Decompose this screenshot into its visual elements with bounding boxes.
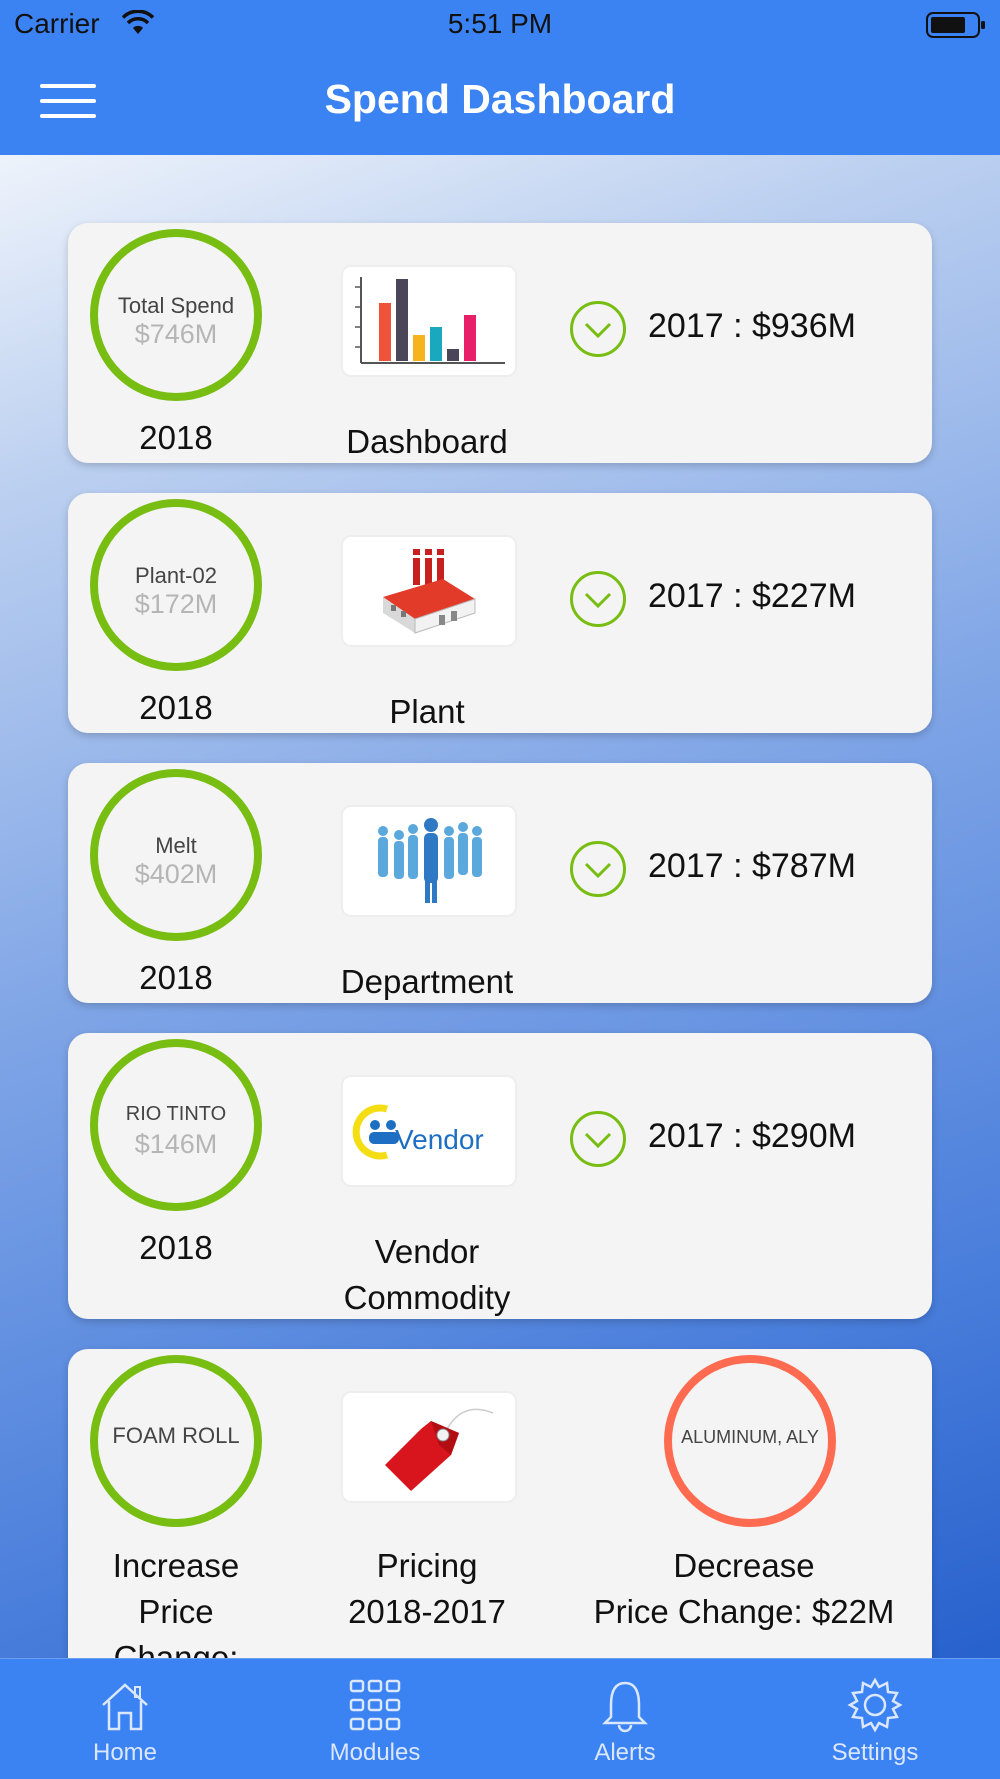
previous-year-value: 2017 : $227M: [648, 577, 856, 615]
bar-chart-icon: [355, 277, 505, 364]
department-card[interactable]: Melt $402M 2018 Department 2017: $787M: [68, 763, 932, 1003]
pricing-thumbnail[interactable]: [341, 1391, 517, 1503]
tab-home[interactable]: Home: [0, 1659, 250, 1779]
spend-ring: Plant-02 $172M: [90, 499, 262, 671]
pricing-label-line1: Pricing: [376, 1547, 478, 1584]
factory-icon: [383, 549, 476, 634]
ring-label: ALUMINUM, ALY: [681, 1427, 819, 1447]
dashboard-thumbnail[interactable]: [341, 265, 517, 377]
increase-label-line2: Price: [138, 1593, 214, 1630]
previous-year-value: 2017 : $936M: [648, 307, 856, 345]
vendor-card[interactable]: RIO TINTO $146M 2018 Vendor Vendor Commo…: [68, 1033, 932, 1319]
previous-year-value: 2017 : $787M: [648, 847, 856, 885]
ring-label: FOAM ROLL: [112, 1423, 240, 1448]
increase-ring: FOAM ROLL: [90, 1355, 262, 1527]
tab-label: Settings: [831, 1739, 919, 1766]
ring-year: 2018: [139, 1229, 213, 1266]
gear-icon: [847, 1677, 903, 1733]
increase-label-line3: Change:: [113, 1639, 239, 1658]
ring-label: Melt: [155, 833, 197, 858]
chevron-down-circle-icon[interactable]: [570, 571, 626, 627]
tab-modules[interactable]: Modules: [250, 1659, 500, 1779]
ring-value: $172M: [134, 589, 218, 619]
thumb-label: Vendor Commodity: [298, 1229, 556, 1319]
thumb-label: Department: [340, 963, 514, 1000]
spend-ring: Melt $402M: [90, 769, 262, 941]
increase-label-line1: Increase: [112, 1547, 240, 1584]
thumb-label: Dashboard: [346, 423, 508, 460]
chevron-down-circle-icon[interactable]: [570, 841, 626, 897]
ring-year: 2018: [139, 689, 213, 726]
previous-year-value: 2017 : $290M: [648, 1117, 856, 1155]
department-thumbnail[interactable]: [341, 805, 517, 917]
people-icon: [378, 818, 482, 903]
decrease-ring: ALUMINUM, ALY: [664, 1355, 836, 1527]
ring-value: $746M: [134, 319, 218, 349]
status-time: 5:51 PM: [447, 8, 553, 39]
price-tag-icon: [385, 1408, 494, 1491]
home-icon: [102, 1683, 148, 1731]
svg-text:Vendor: Vendor: [395, 1124, 484, 1155]
pricing-label: Pricing 2018-2017: [298, 1543, 556, 1635]
ring-label: RIO TINTO: [125, 1103, 227, 1125]
ring-label: Total Spend: [117, 293, 235, 318]
ring-value: $402M: [134, 859, 218, 889]
thumb-label: Plant: [389, 693, 465, 730]
grid-icon: [349, 1679, 401, 1731]
vendor-logo-icon: Vendor: [352, 1104, 484, 1160]
ring-year: 2018: [139, 419, 213, 456]
pricing-card[interactable]: FOAM ROLL Increase Price Change: Pricing…: [68, 1349, 932, 1658]
top-bar: Carrier 5:51 PM Spend Dashboard: [0, 0, 1000, 156]
increase-label: Increase Price Change:: [90, 1543, 262, 1658]
tab-settings[interactable]: Settings: [750, 1659, 1000, 1779]
spend-ring: Total Spend $746M: [90, 229, 262, 401]
tab-alerts[interactable]: Alerts: [500, 1659, 750, 1779]
tab-label: Modules: [329, 1739, 421, 1766]
tab-bar: Home Modules Alerts Settings: [0, 1658, 1000, 1779]
chevron-down-circle-icon[interactable]: [570, 1111, 626, 1167]
thumb-label-line2: Commodity: [343, 1279, 511, 1316]
tab-label: Alerts: [594, 1739, 656, 1766]
ring-year: 2018: [139, 959, 213, 996]
page-title: Spend Dashboard: [324, 76, 676, 122]
total-spend-card[interactable]: Total Spend $746M 2018 Dashboard 2017: …: [68, 223, 932, 463]
plant-card[interactable]: Plant-02 $172M 2018 Plant 2017: $227M: [68, 493, 932, 733]
plant-thumbnail[interactable]: [341, 535, 517, 647]
pricing-label-line2: 2018-2017: [348, 1593, 506, 1630]
dashboard-content[interactable]: Total Spend $746M 2018 Dashboard 2017: …: [0, 155, 1000, 1658]
bell-icon: [601, 1681, 649, 1733]
decrease-label-line2: Price Change: $22M: [593, 1593, 895, 1630]
vendor-thumbnail[interactable]: Vendor: [341, 1075, 517, 1187]
chevron-down-circle-icon[interactable]: [570, 301, 626, 357]
ring-label: Plant-02: [135, 563, 217, 588]
tab-label: Home: [92, 1739, 158, 1766]
thumb-label-line1: Vendor: [374, 1233, 480, 1270]
decrease-label: Decrease Price Change: $22M: [574, 1543, 914, 1635]
spend-ring: RIO TINTO $146M: [90, 1039, 262, 1211]
decrease-label-line1: Decrease: [673, 1547, 815, 1584]
battery-icon: [926, 12, 985, 38]
ring-value: $146M: [134, 1129, 218, 1159]
